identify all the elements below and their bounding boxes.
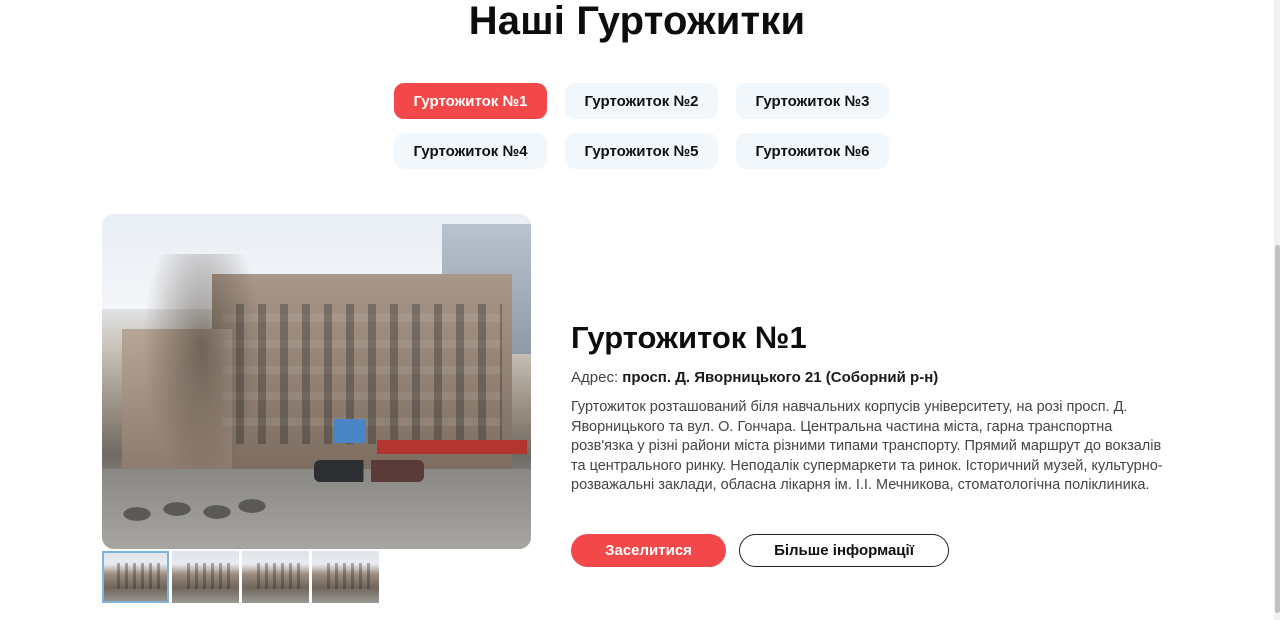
tab-dorm-5[interactable]: Гуртожиток №5 xyxy=(565,133,718,169)
page-title: Наші Гуртожитки xyxy=(468,0,806,43)
thumbnail-4[interactable] xyxy=(312,551,379,603)
tab-dorm-6[interactable]: Гуртожиток №6 xyxy=(736,133,889,169)
dorm-description: Гуртожиток розташований біля навчальних … xyxy=(571,399,1163,493)
tab-dorm-4[interactable]: Гуртожиток №4 xyxy=(394,133,547,169)
address-value: просп. Д. Яворницького 21 (Соборний р-н) xyxy=(622,369,939,386)
photo-trees xyxy=(142,254,262,484)
thumbnail-1[interactable] xyxy=(102,551,169,603)
dorm-main-photo[interactable] xyxy=(102,214,531,549)
more-info-button[interactable]: Більше інформації xyxy=(739,534,949,567)
dorm-address: Адрес: просп. Д. Яворницького 21 (Соборн… xyxy=(571,368,1181,388)
page-scrollbar[interactable] xyxy=(1274,0,1280,620)
address-label: Адрес: xyxy=(571,369,619,386)
dorm-info: Гуртожиток №1 Адрес: просп. Д. Яворницьк… xyxy=(571,318,1181,496)
photo-billboard xyxy=(334,419,366,443)
photo-shop-awning xyxy=(377,440,527,454)
photo-planters xyxy=(117,494,267,522)
thumbnail-3[interactable] xyxy=(242,551,309,603)
settle-button[interactable]: Заселитися xyxy=(571,534,726,567)
dorm-title: Гуртожиток №1 xyxy=(571,320,807,355)
photo-cars xyxy=(314,460,424,482)
tab-dorm-2[interactable]: Гуртожиток №2 xyxy=(565,83,718,119)
tab-dorm-3[interactable]: Гуртожиток №3 xyxy=(736,83,889,119)
tab-dorm-1[interactable]: Гуртожиток №1 xyxy=(394,83,547,119)
thumbnail-2[interactable] xyxy=(172,551,239,603)
scrollbar-thumb[interactable] xyxy=(1275,245,1280,613)
